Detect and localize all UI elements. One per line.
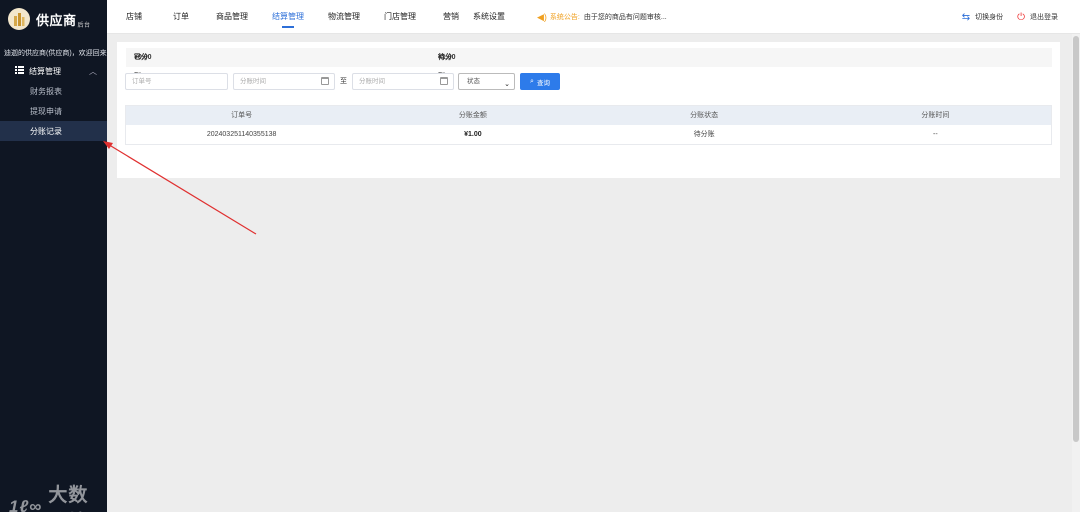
- status-select[interactable]: 状态 ⌄: [458, 73, 515, 90]
- page-scrollbar[interactable]: [1072, 34, 1080, 512]
- watermark-mark: 1ℓ∞: [9, 497, 43, 512]
- pending-summary: 待分账: ¥1.00: [438, 54, 456, 80]
- scrollbar-thumb[interactable]: [1073, 36, 1079, 442]
- tab-orders[interactable]: 订单: [173, 0, 189, 34]
- switch-identity-label: 切换身份: [975, 14, 1004, 21]
- column-header-split-amount: 分账金额: [458, 112, 487, 119]
- top-nav-bar: 店铺 订单 商品管理 结算管理 物流管理 门店管理 营销 系统设置 ◀) 系统公…: [107, 0, 1080, 34]
- sidebar-item-financial-report[interactable]: 财务报表: [0, 81, 107, 101]
- brand-suffix: 后台: [77, 22, 91, 29]
- status-select-value: 状态: [467, 78, 480, 85]
- system-notice[interactable]: ◀) 系统公告: 由于您的商品有问题审核...: [537, 0, 667, 34]
- split-summary: 已分账: ¥0.00 待分账: ¥1.00: [126, 48, 1052, 80]
- notice-text: 由于您的商品有问题审核...: [583, 14, 667, 21]
- tab-logistics-management[interactable]: 物流管理: [328, 0, 360, 34]
- welcome-message: 迪迦的供应商(供应商)，欢迎回来: [4, 50, 107, 57]
- list-icon: [15, 66, 24, 76]
- tab-store[interactable]: 店铺: [126, 0, 142, 34]
- column-header-order-number: 订单号: [231, 112, 253, 119]
- chevron-up-icon: ︿: [89, 66, 97, 76]
- search-button[interactable]: ⌕ 查询: [520, 73, 560, 90]
- switch-identity-button[interactable]: ⇆ 切换身份: [962, 12, 1003, 23]
- tab-marketing[interactable]: 营销: [443, 0, 459, 34]
- menu-group-settlement[interactable]: 结算管理 ︿: [0, 64, 107, 78]
- order-number-cell: 202403251140355138: [206, 131, 277, 138]
- end-time-placeholder: 分账时间: [359, 78, 385, 85]
- column-header-split-status: 分账状态: [690, 112, 719, 119]
- watermark-text: 大数跨境: [48, 485, 89, 506]
- chevron-down-icon: ⌄: [504, 81, 510, 88]
- sidebar-item-label: 财务报表: [30, 86, 62, 96]
- end-time-picker[interactable]: 分账时间: [352, 73, 454, 90]
- table-header: 订单号 分账金额 分账状态 分账时间: [126, 106, 1051, 125]
- search-button-label: 查询: [536, 79, 550, 87]
- sidebar-item-split-records[interactable]: 分账记录: [0, 121, 107, 141]
- power-icon: ⏻: [1017, 11, 1025, 23]
- column-header-split-time: 分账时间: [921, 112, 950, 119]
- sidebar-item-withdraw-request[interactable]: 提现申请: [0, 101, 107, 121]
- order-number-input[interactable]: 订单号: [125, 73, 228, 90]
- settled-summary: 已分账: ¥0.00: [134, 54, 152, 80]
- tab-system-settings[interactable]: 系统设置: [473, 0, 505, 34]
- filter-bar: 订单号 分账时间 至 分账时间 状态 ⌄ ⌕ 查询: [125, 73, 725, 90]
- watermark: 1ℓ∞ 大数跨境: [9, 480, 107, 512]
- brand-logo-icon: [8, 8, 30, 30]
- menu-group-label: 结算管理: [29, 66, 61, 76]
- swap-icon: ⇆: [961, 11, 971, 23]
- range-separator: 至: [340, 78, 347, 85]
- split-records-panel: 已分账: ¥0.00 待分账: ¥1.00 订单号 分账时间 至 分账时间 状态…: [117, 42, 1060, 178]
- tab-product-management[interactable]: 商品管理: [216, 0, 248, 34]
- logout-label: 退出登录: [1030, 14, 1058, 21]
- tab-store-management[interactable]: 门店管理: [384, 0, 416, 34]
- sidebar-item-label: 提现申请: [30, 106, 62, 116]
- brand-name: 供应商: [36, 12, 77, 28]
- split-amount-cell: ¥1.00: [464, 131, 482, 138]
- speaker-icon: ◀): [537, 11, 547, 22]
- split-time-cell: --: [933, 131, 938, 138]
- sidebar-item-label: 分账记录: [30, 126, 62, 136]
- split-status-cell: 待分账: [693, 131, 715, 138]
- tab-settlement-management[interactable]: 结算管理: [272, 0, 304, 34]
- brand-logo[interactable]: 供应商后台: [0, 0, 107, 38]
- table-row[interactable]: 202403251140355138 ¥1.00 待分账 --: [126, 125, 1051, 144]
- calendar-icon: [440, 77, 448, 85]
- split-records-table: 订单号 分账金额 分账状态 分账时间 202403251140355138 ¥1…: [125, 105, 1052, 145]
- logout-button[interactable]: ⏻ 退出登录: [1017, 12, 1058, 23]
- sidebar: 供应商后台 迪迦的供应商(供应商)，欢迎回来 结算管理 ︿ 财务报表 提现申请 …: [0, 0, 107, 512]
- search-icon: ⌕: [530, 77, 534, 85]
- calendar-icon: [321, 77, 329, 85]
- notice-label: 系统公告:: [549, 14, 580, 21]
- start-time-placeholder: 分账时间: [240, 78, 266, 85]
- start-time-picker[interactable]: 分账时间: [233, 73, 335, 90]
